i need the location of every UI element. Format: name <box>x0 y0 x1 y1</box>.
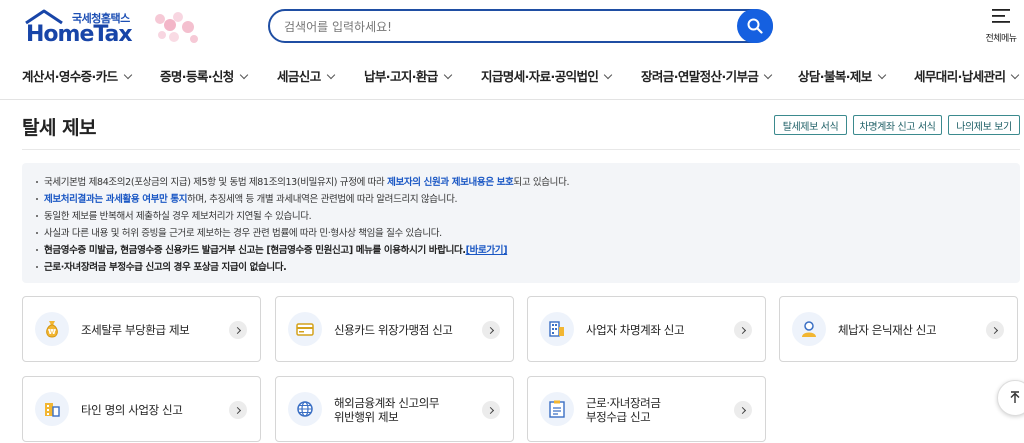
card-overseas-account-violation[interactable]: 해외금융계좌 신고의무 위반행위 제보 <box>275 376 514 442</box>
hometax-logo[interactable]: 국세청홈택스 HomeTax <box>22 7 198 47</box>
notice-item: 동일한 제보를 반복해서 제출하실 경우 제보처리가 지연될 수 있습니다. <box>34 208 1014 225</box>
person-icon <box>792 312 826 346</box>
all-menu-button[interactable]: 전체메뉴 <box>978 7 1024 47</box>
nav-tax-agent[interactable]: 세무대리·납세관리 <box>914 66 1020 85</box>
nav-label: 계산서·영수증·카드 <box>22 69 118 84</box>
nav-label: 세금신고 <box>277 69 321 84</box>
chevron-down-icon <box>877 70 886 80</box>
chevron-right-icon <box>734 401 752 419</box>
header: 국세청홈택스 HomeTax 전체메뉴 <box>0 0 1024 58</box>
scroll-to-top-button[interactable] <box>997 380 1024 416</box>
nav-label: 장려금·연말정산·기부금 <box>641 69 759 84</box>
notice-box: 국세기본법 제84조의2(포상금의 지급) 제5항 및 동법 제81조의13(비… <box>22 163 1020 283</box>
chevron-down-icon <box>764 70 773 80</box>
chevron-right-icon <box>482 321 500 339</box>
logo-title: HomeTax <box>26 22 133 47</box>
card-borrowed-account-report[interactable]: 사업자 차명계좌 신고 <box>527 296 766 362</box>
card-label: 근로·자녀장려금 부정수급 신고 <box>586 377 736 443</box>
notice-highlight: 제보자의 신원과 제보내용은 보호 <box>387 177 514 188</box>
card-label: 신용카드 위장가맹점 신고 <box>334 323 453 337</box>
hamburger-icon <box>992 9 1010 23</box>
notice-highlight: 제보처리결과는 과세활용 여부만 통지 <box>44 194 188 205</box>
borrowed-account-form-button[interactable]: 차명계좌 신고 서식 <box>853 115 942 135</box>
my-reports-button[interactable]: 나의제보 보기 <box>948 115 1020 135</box>
nav-invoice-receipt-card[interactable]: 계산서·영수증·카드 <box>22 66 132 85</box>
tax-evasion-form-button[interactable]: 탈세제보 서식 <box>774 115 847 135</box>
card-hidden-assets-report[interactable]: 체납자 은닉재산 신고 <box>779 296 1018 362</box>
nav-payment-notice-refund[interactable]: 납부·고지·환급 <box>364 66 452 85</box>
nav-label: 증명·등록·신청 <box>160 69 234 84</box>
notice-bold-text: 근로·자녀장려금 부정수급 신고의 경우 포상금 지급이 없습니다. <box>44 262 287 273</box>
chevron-right-icon <box>986 321 1004 339</box>
notice-text: 되고 있습니다. <box>513 177 570 188</box>
svg-text:₩: ₩ <box>48 328 56 336</box>
nav-incentive-settlement[interactable]: 장려금·연말정산·기부금 <box>641 66 773 85</box>
notice-bold-text: 현금영수증 미발급, 현금영수증 신용카드 발급거부 신고는 [현금영수증 민원… <box>44 245 466 256</box>
card-label: 타인 명의 사업장 신고 <box>81 403 183 417</box>
chevron-right-icon <box>482 401 500 419</box>
money-bag-icon: ₩ <box>35 312 69 346</box>
nav-consult-report[interactable]: 상담·불복·제보 <box>798 66 886 85</box>
chevron-down-icon <box>123 70 132 80</box>
cherry-blossom-icon <box>155 12 198 43</box>
search-input[interactable] <box>284 17 714 37</box>
notice-text: 하며, 추징세액 등 개별 과세내역은 관련법에 따라 알려드리지 않습니다. <box>187 194 458 205</box>
card-label-line: 근로·자녀장려금 <box>586 396 661 410</box>
chevron-down-icon <box>443 70 452 80</box>
search-button[interactable] <box>737 9 773 43</box>
building-icon <box>540 312 574 346</box>
nav-tax-return[interactable]: 세금신고 <box>277 66 335 85</box>
chevron-down-icon <box>604 70 613 80</box>
card-label: 사업자 차명계좌 신고 <box>586 323 685 337</box>
main-navigation: 계산서·영수증·카드 증명·등록·신청 세금신고 납부·고지·환급 지급명세·자… <box>0 58 1024 100</box>
notice-item: 근로·자녀장려금 부정수급 신고의 경우 포상금 지급이 없습니다. <box>34 259 1014 276</box>
card-label-line: 해외금융계좌 신고의무 <box>334 396 440 410</box>
card-label: 해외금융계좌 신고의무 위반행위 제보 <box>334 377 484 443</box>
chevron-right-icon <box>734 321 752 339</box>
card-tax-evasion-report[interactable]: ₩ 조세탈루 부당환급 제보 <box>22 296 261 362</box>
nav-label: 세무대리·납세관리 <box>914 69 1006 84</box>
card-label-line: 부정수급 신고 <box>586 410 651 424</box>
nav-label: 상담·불복·제보 <box>798 69 872 84</box>
notice-item: 국세기본법 제84조의2(포상금의 지급) 제5항 및 동법 제81조의13(비… <box>34 174 1014 191</box>
notice-list: 국세기본법 제84조의2(포상금의 지급) 제5항 및 동법 제81조의13(비… <box>34 174 1014 276</box>
credit-card-icon <box>288 312 322 346</box>
arrow-up-icon <box>1010 391 1020 403</box>
chevron-down-icon <box>1011 70 1020 80</box>
chevron-right-icon <box>229 401 247 419</box>
office-icon <box>35 392 69 426</box>
page-title: 탈세 제보 <box>22 117 97 139</box>
globe-icon <box>288 392 322 426</box>
document-icon <box>540 392 574 426</box>
all-menu-label: 전체메뉴 <box>985 34 1017 44</box>
chevron-down-icon <box>239 70 248 80</box>
chevron-right-icon <box>229 321 247 339</box>
title-divider <box>22 149 1020 150</box>
card-incentive-fraud-report[interactable]: 근로·자녀장려금 부정수급 신고 <box>527 376 766 442</box>
search-bar <box>268 9 773 43</box>
nav-label: 지급명세·자료·공익법인 <box>481 69 599 84</box>
notice-text: 사실과 다른 내용 및 허위 증빙을 근거로 제보하는 경우 관련 법률에 따라… <box>44 228 442 239</box>
card-label: 조세탈루 부당환급 제보 <box>81 323 190 337</box>
notice-item: 사실과 다른 내용 및 허위 증빙을 근거로 제보하는 경우 관련 법률에 따라… <box>34 225 1014 242</box>
card-credit-card-fake-merchant[interactable]: 신용카드 위장가맹점 신고 <box>275 296 514 362</box>
search-icon <box>747 18 763 34</box>
shortcut-link[interactable]: [바로가기] <box>466 245 508 256</box>
notice-item: 제보처리결과는 과세활용 여부만 통지하며, 추징세액 등 개별 과세내역은 관… <box>34 191 1014 208</box>
card-other-name-business[interactable]: 타인 명의 사업장 신고 <box>22 376 261 442</box>
nav-label: 납부·고지·환급 <box>364 69 438 84</box>
card-label-line: 위반행위 제보 <box>334 410 399 424</box>
chevron-down-icon <box>326 70 335 80</box>
notice-item: 현금영수증 미발급, 현금영수증 신용카드 발급거부 신고는 [현금영수증 민원… <box>34 242 1014 259</box>
notice-text: 동일한 제보를 반복해서 제출하실 경우 제보처리가 지연될 수 있습니다. <box>44 211 312 222</box>
notice-text: 국세기본법 제84조의2(포상금의 지급) 제5항 및 동법 제81조의13(비… <box>44 177 388 188</box>
nav-payment-statement[interactable]: 지급명세·자료·공익법인 <box>481 66 613 85</box>
nav-certificate-registration[interactable]: 증명·등록·신청 <box>160 66 248 85</box>
card-label: 체납자 은닉재산 신고 <box>838 323 937 337</box>
